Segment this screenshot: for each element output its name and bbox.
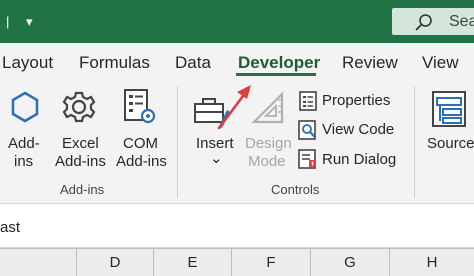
ribbon-panel: Add- ins Excel Add-ins COM Add-ins Add-i… <box>0 80 474 204</box>
gear-icon <box>62 91 96 123</box>
view-code-icon <box>298 120 317 140</box>
tab-developer[interactable]: Developer <box>238 53 320 73</box>
view-code-label: View Code <box>322 121 395 138</box>
com-add-ins-label-line2: Add-ins <box>116 153 167 170</box>
properties-icon <box>299 91 317 111</box>
controls-group-label: Controls <box>271 182 320 197</box>
run-dialog-icon <box>298 149 316 169</box>
qat-divider: | <box>6 14 10 29</box>
search-icon <box>415 14 432 31</box>
group-separator <box>414 86 415 198</box>
excel-add-ins-label-line2: Add-ins <box>55 153 106 170</box>
search-input-text: Sea <box>449 13 474 30</box>
com-add-ins-label-line1: COM <box>123 135 158 152</box>
add-ins-label-line1: Add- <box>8 135 40 152</box>
active-tab-indicator <box>236 73 316 76</box>
toolbox-icon <box>194 98 230 128</box>
tab-data[interactable]: Data <box>175 53 211 73</box>
add-ins-label-line2: ins <box>14 153 34 170</box>
group-separator <box>177 86 178 198</box>
search-box[interactable]: Sea <box>392 8 474 35</box>
column-header-row: D E F G H <box>0 248 474 276</box>
design-mode-label-line1: Design <box>245 135 292 152</box>
customize-qat-dropdown-icon[interactable]: ▾ <box>26 15 33 28</box>
column-header-f[interactable]: F <box>232 249 311 276</box>
run-dialog-label: Run Dialog <box>322 151 397 168</box>
com-addins-icon <box>124 89 156 124</box>
column-header-e[interactable]: E <box>154 249 232 276</box>
excel-add-ins-label-line1: Excel <box>62 135 99 152</box>
tab-view[interactable]: View <box>422 53 459 73</box>
design-mode-label-line2: Mode <box>248 153 286 170</box>
addins-hexagon-icon <box>11 91 39 123</box>
formula-bar-text: ast <box>0 219 21 236</box>
formula-bar[interactable]: ast <box>0 204 474 248</box>
tab-review[interactable]: Review <box>342 53 398 73</box>
triangle-ruler-icon <box>251 91 284 124</box>
properties-label: Properties <box>322 92 391 109</box>
insert-dropdown-icon: ⌄ <box>210 150 223 167</box>
column-header-c-partial[interactable] <box>0 249 77 276</box>
column-header-d[interactable]: D <box>77 249 154 276</box>
tab-formulas[interactable]: Formulas <box>79 53 150 73</box>
tab-page-layout[interactable]: Layout <box>2 53 53 73</box>
source-icon <box>432 91 466 127</box>
add-ins-group-label: Add-ins <box>60 182 105 197</box>
source-label: Source <box>427 135 474 152</box>
column-header-h[interactable]: H <box>390 249 474 276</box>
column-header-g[interactable]: G <box>311 249 390 276</box>
title-bar: | ▾ Sea <box>0 0 474 43</box>
